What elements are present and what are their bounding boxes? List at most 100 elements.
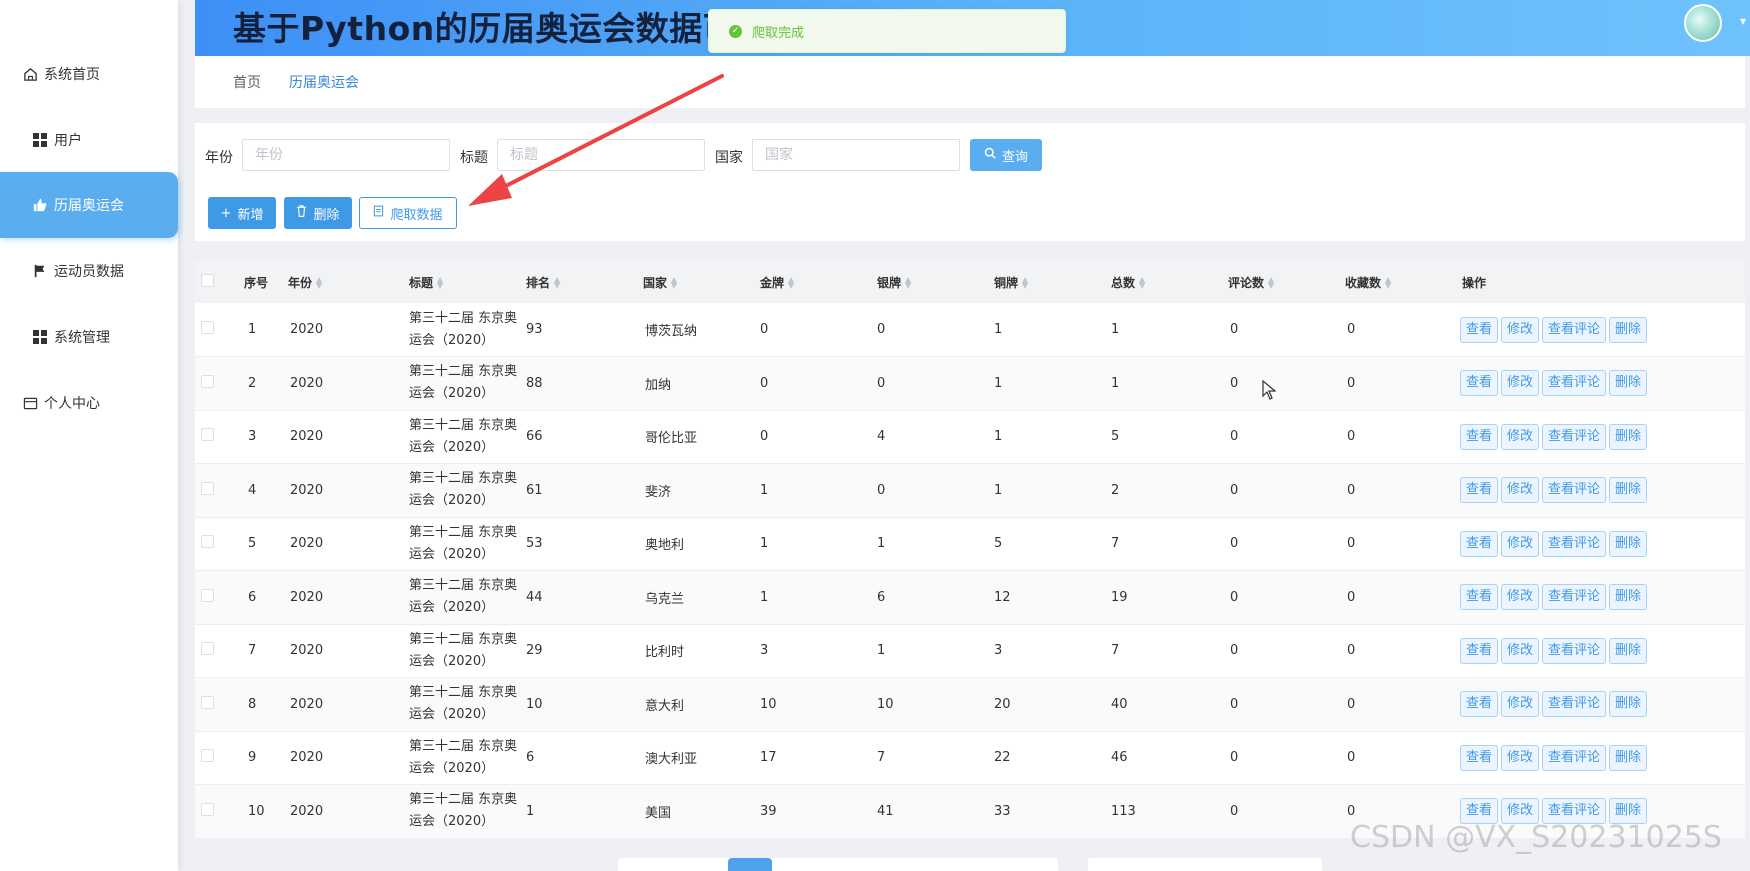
- row-checkbox[interactable]: [201, 535, 214, 549]
- table-row: 7 2020 第三十二届 东京奥运会（2020） 29 比利时 3 1 3 7 0 0 查看 修改 查看评…: [195, 624, 1745, 678]
- row-checkbox[interactable]: [201, 428, 214, 442]
- view-comments-button[interactable]: 查看评论: [1542, 584, 1607, 611]
- sidebar-item-home[interactable]: 系统首页: [0, 41, 178, 107]
- row-checkbox[interactable]: [201, 321, 214, 334]
- cell-comments: 0: [1230, 375, 1239, 391]
- col-comments[interactable]: 评论数 ▲ ▼: [1224, 261, 1341, 303]
- col-title[interactable]: 标题 ▲ ▼: [405, 261, 522, 303]
- table-header-row: 序号 年份 ▲ ▼ 标题 ▲ ▼ 排名 ▲ ▼ 国家 ▲ ▼ 金牌 ▲ ▼ 银牌 ▲ ▼ 铜牌 ▲ ▼ 总数…: [195, 261, 1745, 303]
- title-input[interactable]: [497, 139, 705, 171]
- breadcrumb: 首页 历届奥运会: [195, 56, 1745, 108]
- sort-icon[interactable]: ▲ ▼: [905, 276, 911, 290]
- view-button[interactable]: 查看: [1460, 744, 1499, 771]
- delete-button[interactable]: 删除: [284, 197, 352, 229]
- edit-button[interactable]: 修改: [1501, 477, 1540, 504]
- delete-row-button[interactable]: 删除: [1609, 477, 1648, 504]
- view-comments-button[interactable]: 查看评论: [1542, 691, 1607, 718]
- sidebar-item-olympics[interactable]: 历届奥运会: [0, 172, 178, 238]
- edit-button[interactable]: 修改: [1501, 423, 1540, 450]
- delete-row-button[interactable]: 删除: [1609, 637, 1648, 664]
- sidebar-item-system[interactable]: 系统管理: [0, 304, 178, 370]
- view-comments-button[interactable]: 查看评论: [1542, 637, 1607, 664]
- search-button-label: 查询: [1001, 149, 1028, 165]
- edit-button[interactable]: 修改: [1501, 637, 1540, 664]
- table-body: 1 2020 第三十二届 东京奥运会（2020） 93 博茨瓦纳 0 0 1 1 0 0 查看 修改 查看…: [195, 303, 1745, 838]
- col-actions: 操作: [1462, 275, 1487, 290]
- row-checkbox[interactable]: [201, 695, 214, 709]
- sort-icon[interactable]: ▲ ▼: [1268, 276, 1274, 290]
- table-row: 2 2020 第三十二届 东京奥运会（2020） 88 加纳 0 0 1 1 0 0 查看 修改 查看评论…: [195, 356, 1745, 410]
- delete-row-button[interactable]: 删除: [1609, 691, 1648, 718]
- sort-icon[interactable]: ▲ ▼: [1385, 276, 1391, 290]
- select-all-checkbox[interactable]: [201, 274, 214, 287]
- filter-panel: 年份 标题 国家 查询 + 新增 删除 爬取数据: [195, 123, 1745, 241]
- edit-button[interactable]: 修改: [1501, 316, 1540, 343]
- sidebar-item-users[interactable]: 用户: [0, 107, 178, 173]
- delete-row-button[interactable]: 删除: [1609, 744, 1648, 771]
- delete-row-button[interactable]: 删除: [1609, 370, 1648, 397]
- view-comments-button[interactable]: 查看评论: [1542, 477, 1607, 504]
- col-total[interactable]: 总数 ▲ ▼: [1107, 261, 1224, 303]
- delete-row-button[interactable]: 删除: [1609, 584, 1648, 611]
- sidebar-item-profile[interactable]: 个人中心: [0, 370, 178, 436]
- col-favorites[interactable]: 收藏数 ▲ ▼: [1341, 261, 1458, 303]
- col-bronze[interactable]: 铜牌 ▲ ▼: [990, 261, 1107, 303]
- view-comments-button[interactable]: 查看评论: [1542, 316, 1607, 343]
- view-comments-button[interactable]: 查看评论: [1542, 370, 1607, 397]
- row-checkbox[interactable]: [201, 749, 214, 763]
- sort-icon[interactable]: ▲ ▼: [554, 276, 560, 290]
- year-input[interactable]: [242, 139, 450, 171]
- sidebar-item-label: 系统首页: [44, 67, 100, 83]
- sort-icon[interactable]: ▲ ▼: [671, 276, 677, 290]
- sidebar-item-athletes[interactable]: 运动员数据: [0, 238, 178, 304]
- delete-row-button[interactable]: 删除: [1609, 530, 1648, 557]
- row-checkbox[interactable]: [201, 802, 214, 816]
- view-button[interactable]: 查看: [1460, 423, 1499, 450]
- crawl-data-button[interactable]: 爬取数据: [359, 197, 457, 229]
- view-button[interactable]: 查看: [1460, 584, 1499, 611]
- view-button[interactable]: 查看: [1460, 530, 1499, 557]
- view-button[interactable]: 查看: [1460, 637, 1499, 664]
- avatar[interactable]: [1684, 4, 1722, 42]
- chevron-down-icon[interactable]: ▾: [1740, 14, 1746, 28]
- delete-row-button[interactable]: 删除: [1609, 316, 1648, 343]
- row-checkbox[interactable]: [201, 588, 214, 602]
- delete-row-button[interactable]: 删除: [1609, 423, 1648, 450]
- sort-icon[interactable]: ▲ ▼: [788, 276, 794, 290]
- cell-actions: 查看 修改 查看评论 删除: [1458, 624, 1745, 678]
- col-silver[interactable]: 银牌 ▲ ▼: [873, 261, 990, 303]
- edit-button[interactable]: 修改: [1501, 691, 1540, 718]
- edit-button[interactable]: 修改: [1501, 744, 1540, 771]
- sort-icon[interactable]: ▲ ▼: [437, 276, 443, 290]
- cell-year: 2020: [290, 696, 324, 712]
- sort-icon[interactable]: ▲ ▼: [1139, 276, 1145, 290]
- document-icon: [373, 205, 384, 221]
- col-rank[interactable]: 排名 ▲ ▼: [522, 261, 639, 303]
- cell-total: 2: [1111, 482, 1120, 498]
- view-comments-button[interactable]: 查看评论: [1542, 744, 1607, 771]
- search-button[interactable]: 查询: [970, 139, 1042, 171]
- cell-comments: 0: [1230, 482, 1239, 498]
- view-button[interactable]: 查看: [1460, 370, 1499, 397]
- edit-button[interactable]: 修改: [1501, 370, 1540, 397]
- breadcrumb-home[interactable]: 首页: [233, 72, 261, 92]
- country-input[interactable]: [752, 139, 960, 171]
- edit-button[interactable]: 修改: [1501, 530, 1540, 557]
- page-current-button[interactable]: [728, 858, 772, 871]
- col-index: 序号: [244, 275, 269, 290]
- add-button[interactable]: + 新增: [208, 197, 276, 229]
- row-checkbox[interactable]: [201, 642, 214, 656]
- view-comments-button[interactable]: 查看评论: [1542, 423, 1607, 450]
- row-checkbox[interactable]: [201, 481, 214, 495]
- col-country[interactable]: 国家 ▲ ▼: [639, 261, 756, 303]
- view-button[interactable]: 查看: [1460, 691, 1499, 718]
- col-year[interactable]: 年份 ▲ ▼: [284, 261, 405, 303]
- view-button[interactable]: 查看: [1460, 477, 1499, 504]
- sort-icon[interactable]: ▲ ▼: [316, 276, 322, 290]
- col-gold[interactable]: 金牌 ▲ ▼: [756, 261, 873, 303]
- sort-icon[interactable]: ▲ ▼: [1022, 276, 1028, 290]
- view-comments-button[interactable]: 查看评论: [1542, 530, 1607, 557]
- edit-button[interactable]: 修改: [1501, 584, 1540, 611]
- row-checkbox[interactable]: [201, 374, 214, 388]
- view-button[interactable]: 查看: [1460, 316, 1499, 343]
